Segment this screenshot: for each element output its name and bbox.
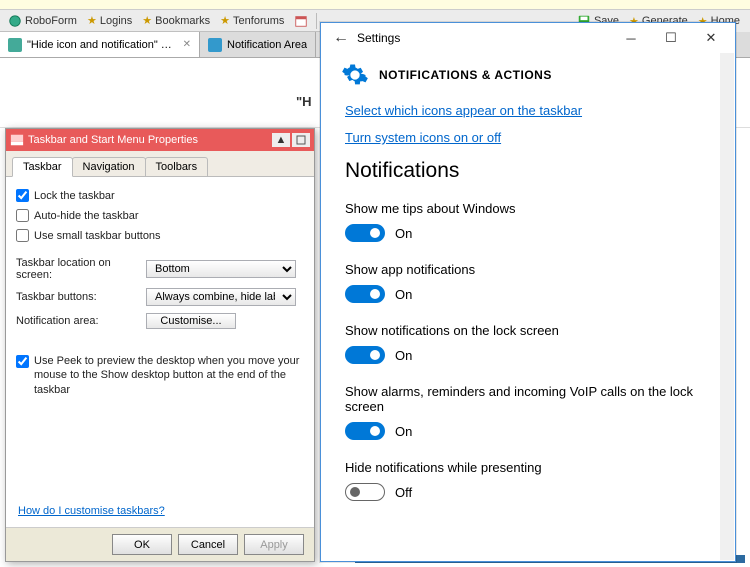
page-background: RoboForm ★Logins ★Bookmarks ★Tenforums S… bbox=[0, 0, 750, 567]
toggle-state: On bbox=[395, 226, 412, 241]
ok-button[interactable]: OK bbox=[112, 534, 172, 555]
settings-body: Select which icons appear on the taskbar… bbox=[321, 103, 735, 563]
tab-label: Notification Area bbox=[227, 39, 307, 51]
bookmarks-label: Bookmarks bbox=[155, 15, 210, 27]
alarms-toggle[interactable] bbox=[345, 422, 385, 440]
autohide-checkbox[interactable]: Auto-hide the taskbar bbox=[16, 209, 304, 222]
taskbar-icon bbox=[10, 133, 24, 147]
taskbar-properties-dialog: Taskbar and Start Menu Properties ▲ Task… bbox=[5, 128, 315, 562]
settings-heading: NOTIFICATIONS & ACTIONS bbox=[379, 68, 552, 82]
dialog-titlebar[interactable]: Taskbar and Start Menu Properties ▲ bbox=[6, 129, 314, 151]
app-notifications-option: Show app notifications On bbox=[345, 262, 711, 303]
customise-button[interactable]: Customise... bbox=[146, 313, 236, 329]
close-icon[interactable]: ✕ bbox=[183, 39, 191, 50]
presenting-option: Hide notifications while presenting Off bbox=[345, 460, 711, 501]
lock-taskbar-checkbox[interactable]: Lock the taskbar bbox=[16, 189, 304, 202]
buttons-select[interactable]: Always combine, hide labels bbox=[146, 288, 296, 306]
favicon bbox=[8, 38, 22, 52]
option-label: Hide notifications while presenting bbox=[345, 460, 711, 475]
minimize-button[interactable]: ─ bbox=[611, 23, 651, 53]
lockscreen-toggle[interactable] bbox=[345, 346, 385, 364]
option-label: Show app notifications bbox=[345, 262, 711, 277]
gear-icon bbox=[341, 61, 369, 89]
location-label: Taskbar location on screen: bbox=[16, 257, 146, 281]
settings-titlebar[interactable]: ← Settings ─ ☐ ✕ bbox=[321, 23, 735, 53]
logins-button[interactable]: ★Logins bbox=[83, 13, 136, 28]
roboform-label: RoboForm bbox=[25, 15, 77, 27]
dialog-title: Taskbar and Start Menu Properties bbox=[28, 134, 198, 146]
tenforums-label: Tenforums bbox=[233, 15, 284, 27]
option-label: Show alarms, reminders and incoming VoIP… bbox=[345, 384, 711, 414]
tips-option: Show me tips about Windows On bbox=[345, 201, 711, 242]
maximize-button[interactable]: ☐ bbox=[651, 23, 691, 53]
option-label: Show notifications on the lock screen bbox=[345, 323, 711, 338]
scrollbar[interactable] bbox=[720, 53, 734, 560]
settings-header: NOTIFICATIONS & ACTIONS bbox=[321, 53, 735, 103]
toggle-state: On bbox=[395, 348, 412, 363]
tab-navigation[interactable]: Navigation bbox=[72, 157, 146, 176]
lockscreen-option: Show notifications on the lock screen On bbox=[345, 323, 711, 364]
cancel-button[interactable]: Cancel bbox=[178, 534, 238, 555]
peek-checkbox[interactable]: Use Peek to preview the desktop when you… bbox=[16, 354, 304, 397]
close-button[interactable] bbox=[292, 133, 310, 147]
separator bbox=[316, 13, 317, 29]
toggle-state: On bbox=[395, 424, 412, 439]
small-buttons-checkbox[interactable]: Use small taskbar buttons bbox=[16, 229, 304, 242]
tab-taskbar[interactable]: Taskbar bbox=[12, 157, 73, 177]
settings-title: Settings bbox=[357, 31, 400, 45]
apply-button[interactable]: Apply bbox=[244, 534, 304, 555]
tab-toolbars[interactable]: Toolbars bbox=[145, 157, 209, 176]
help-button[interactable]: ▲ bbox=[272, 133, 290, 147]
toggle-state: Off bbox=[395, 485, 412, 500]
logins-label: Logins bbox=[100, 15, 132, 27]
notifications-heading: Notifications bbox=[345, 159, 711, 183]
calendar-button[interactable] bbox=[290, 13, 312, 29]
help-link[interactable]: How do I customise taskbars? bbox=[18, 505, 165, 517]
toggle-state: On bbox=[395, 287, 412, 302]
close-button[interactable]: ✕ bbox=[691, 23, 731, 53]
option-label: Show me tips about Windows bbox=[345, 201, 711, 216]
back-button[interactable]: ← bbox=[325, 29, 357, 47]
tab-notification-area[interactable]: Notification Area bbox=[200, 32, 316, 57]
taskbar-icons-link[interactable]: Select which icons appear on the taskbar bbox=[345, 103, 711, 118]
alarms-option: Show alarms, reminders and incoming VoIP… bbox=[345, 384, 711, 440]
favicon bbox=[208, 38, 222, 52]
notification-area-label: Notification area: bbox=[16, 315, 146, 327]
tab-hide-icon[interactable]: "Hide icon and notification" optio... ✕ bbox=[0, 32, 200, 57]
roboform-icon bbox=[8, 14, 22, 28]
quote-fragment: "H bbox=[296, 94, 312, 109]
app-notifications-toggle[interactable] bbox=[345, 285, 385, 303]
dialog-tabs: Taskbar Navigation Toolbars bbox=[6, 151, 314, 177]
tips-toggle[interactable] bbox=[345, 224, 385, 242]
bookmarks-button[interactable]: ★Bookmarks bbox=[138, 13, 214, 28]
presenting-toggle[interactable] bbox=[345, 483, 385, 501]
calendar-icon bbox=[294, 14, 308, 28]
dialog-body: Lock the taskbar Auto-hide the taskbar U… bbox=[6, 177, 314, 416]
dialog-buttons: OK Cancel Apply bbox=[6, 527, 314, 561]
settings-window: ← Settings ─ ☐ ✕ NOTIFICATIONS & ACTIONS… bbox=[320, 22, 736, 562]
tab-label: "Hide icon and notification" optio... bbox=[27, 39, 178, 51]
location-select[interactable]: Bottom bbox=[146, 260, 296, 278]
address-bar-stub bbox=[0, 0, 750, 10]
tenforums-button[interactable]: ★Tenforums bbox=[216, 13, 288, 28]
roboform-button[interactable]: RoboForm bbox=[4, 13, 81, 29]
system-icons-link[interactable]: Turn system icons on or off bbox=[345, 130, 711, 145]
buttons-label: Taskbar buttons: bbox=[16, 291, 146, 303]
